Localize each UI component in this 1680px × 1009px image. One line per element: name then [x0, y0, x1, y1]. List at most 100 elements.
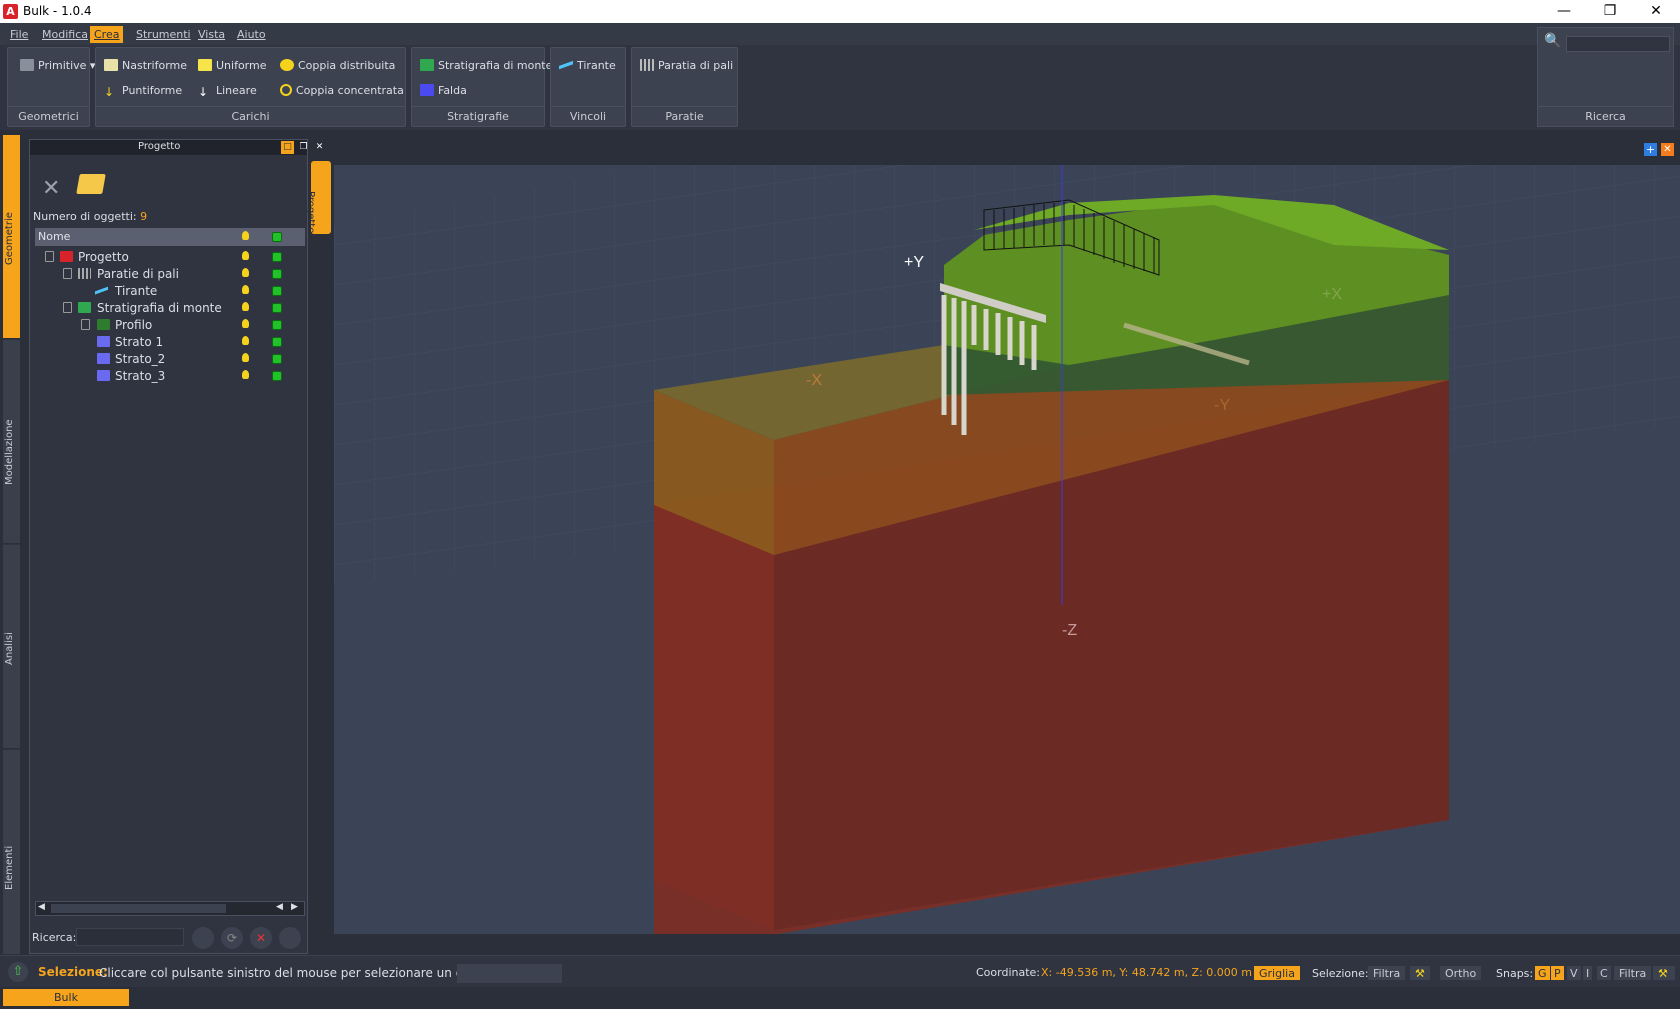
filtra-button[interactable]: Filtra	[1368, 966, 1406, 980]
panel-close-icon[interactable]: ✕	[313, 141, 326, 154]
collapse-icon[interactable]	[45, 251, 54, 262]
menu-vista[interactable]: Vista	[198, 28, 225, 41]
clear-icon[interactable]: ✕	[250, 927, 272, 949]
lock-icon[interactable]	[272, 337, 282, 347]
tab-modellazione[interactable]: Modellazione	[3, 340, 20, 544]
float-icon[interactable]: ❐	[297, 141, 310, 154]
puntiforme-button[interactable]: ↓ Puntiforme	[104, 84, 182, 99]
scroll-left-icon[interactable]: ◀	[276, 902, 283, 912]
refresh-icon[interactable]: ⟳	[221, 927, 243, 949]
strip-load-icon	[104, 59, 118, 71]
tree-search-input[interactable]	[76, 928, 184, 946]
menu-crea[interactable]: Crea	[90, 26, 124, 43]
snap-v-toggle[interactable]: V	[1567, 966, 1581, 980]
coppia-concentrata-button[interactable]: Coppia concentrata	[280, 84, 404, 97]
visibility-icon[interactable]	[242, 285, 249, 294]
snap-filtra-button[interactable]: Filtra	[1614, 966, 1652, 980]
horizontal-scrollbar[interactable]: ◀ ◀ ▶	[35, 901, 305, 916]
tree-item-paratie[interactable]: Paratie di pali	[35, 265, 305, 283]
snap-c-toggle[interactable]: C	[1597, 966, 1611, 980]
group-paratie: Paratia di pali Paratie	[631, 47, 738, 127]
lock-icon[interactable]	[272, 354, 282, 364]
collapse-icon[interactable]	[63, 302, 72, 313]
restore-icon[interactable]: ❐	[1587, 0, 1633, 23]
paratia-pali-button[interactable]: Paratia di pali	[640, 59, 733, 72]
lock-icon[interactable]	[272, 371, 282, 381]
coppia-distribuita-button[interactable]: Coppia distribuita	[280, 59, 395, 72]
anchor-icon	[95, 285, 108, 296]
tab-geometrie[interactable]: Geometrie	[3, 135, 20, 339]
nastriforme-button[interactable]: Nastriforme	[104, 59, 187, 72]
lineare-button[interactable]: ↓ Lineare	[198, 84, 257, 99]
scene-svg: +Y -X +X -Y -Z	[334, 0, 1680, 955]
wrench-icon[interactable]: ⚒	[1410, 966, 1430, 980]
tree-item-strato2[interactable]: Strato_2	[35, 350, 305, 368]
snap-i-toggle[interactable]: I	[1583, 966, 1593, 980]
stratigraphy-icon	[420, 59, 434, 71]
visibility-icon[interactable]	[242, 353, 249, 362]
lock-icon[interactable]	[272, 303, 282, 313]
visibility-icon[interactable]	[242, 251, 249, 260]
tree-item-stratigrafia[interactable]: Stratigrafia di monte	[35, 299, 305, 317]
snap-p-toggle[interactable]: P	[1551, 966, 1564, 980]
stratigrafia-monte-button[interactable]: Stratigrafia di monte	[420, 59, 552, 72]
visibility-icon[interactable]	[242, 268, 249, 277]
search-filter-icon[interactable]	[192, 927, 214, 949]
tree-item-tirante[interactable]: Tirante	[35, 282, 305, 300]
close-icon[interactable]: ✕	[1633, 0, 1679, 23]
water-table-icon	[420, 84, 434, 96]
group-label: Stratigrafie	[412, 106, 544, 124]
up-arrow-icon[interactable]: ⇧	[8, 962, 28, 982]
open-folder-icon[interactable]	[76, 174, 106, 194]
tree-header: Nome	[35, 228, 305, 246]
add-view-icon[interactable]: +	[1644, 143, 1657, 156]
pin-icon[interactable]: □	[281, 141, 294, 154]
group-vincoli: Tirante Vincoli	[550, 47, 626, 127]
griglia-toggle[interactable]: Griglia	[1254, 966, 1300, 980]
visibility-icon[interactable]	[242, 370, 249, 379]
menu-modifica[interactable]: Modifica	[42, 28, 88, 41]
falda-button[interactable]: Falda	[420, 84, 467, 97]
scroll-left-icon[interactable]: ◀	[38, 902, 45, 912]
collapse-icon[interactable]	[63, 268, 72, 279]
group-label: Geometrici	[8, 106, 89, 124]
tab-analisi[interactable]: Analisi	[3, 545, 20, 749]
group-label: Vincoli	[551, 106, 625, 124]
tab-elementi[interactable]: Elementi	[3, 750, 20, 955]
bulk-tab[interactable]: Bulk	[3, 989, 129, 1006]
minimize-icon[interactable]: —	[1541, 0, 1587, 23]
options-icon[interactable]	[279, 927, 301, 949]
command-input[interactable]	[457, 964, 562, 983]
expand-icon[interactable]	[81, 319, 90, 330]
menu-file[interactable]: File	[10, 28, 28, 41]
lock-icon[interactable]	[272, 269, 282, 279]
tree-item-strato3[interactable]: Strato_3	[35, 367, 305, 385]
close-view-icon[interactable]: ✕	[1661, 143, 1674, 156]
snap-g-toggle[interactable]: G	[1535, 966, 1550, 980]
ribbon-search-input[interactable]	[1566, 36, 1670, 52]
snap-wrench-icon[interactable]: ⚒	[1653, 966, 1675, 980]
uniforme-button[interactable]: Uniforme	[198, 59, 267, 72]
panel-header: Progetto □ ❐ ✕	[30, 140, 323, 155]
3d-viewport[interactable]: +Y -X +X -Y -Z	[334, 0, 1680, 955]
delete-icon[interactable]: ✕	[42, 176, 60, 201]
axis-label-ny: -Y	[1214, 397, 1230, 414]
lock-icon[interactable]	[272, 286, 282, 296]
visibility-icon[interactable]	[242, 336, 249, 345]
lock-icon[interactable]	[272, 320, 282, 330]
visibility-icon[interactable]	[242, 302, 249, 311]
ortho-toggle[interactable]: Ortho	[1440, 966, 1482, 980]
layer-strato3-side	[654, 505, 774, 930]
tirante-button[interactable]: Tirante	[559, 59, 616, 72]
viewport-tab-progetto[interactable]: Progetto	[305, 161, 331, 234]
scroll-thumb[interactable]	[51, 904, 226, 913]
menu-strumenti[interactable]: Strumenti	[136, 28, 191, 41]
menu-aiuto[interactable]: Aiuto	[237, 28, 266, 41]
tree-item-profilo[interactable]: Profilo	[35, 316, 305, 334]
visibility-icon[interactable]	[242, 319, 249, 328]
tree-item-progetto[interactable]: Progetto	[35, 248, 305, 266]
tree-item-strato1[interactable]: Strato 1	[35, 333, 305, 351]
lock-icon[interactable]	[272, 252, 282, 262]
primitive-button[interactable]: Primitive ▾	[20, 59, 95, 72]
scroll-right-icon[interactable]: ▶	[291, 902, 298, 912]
